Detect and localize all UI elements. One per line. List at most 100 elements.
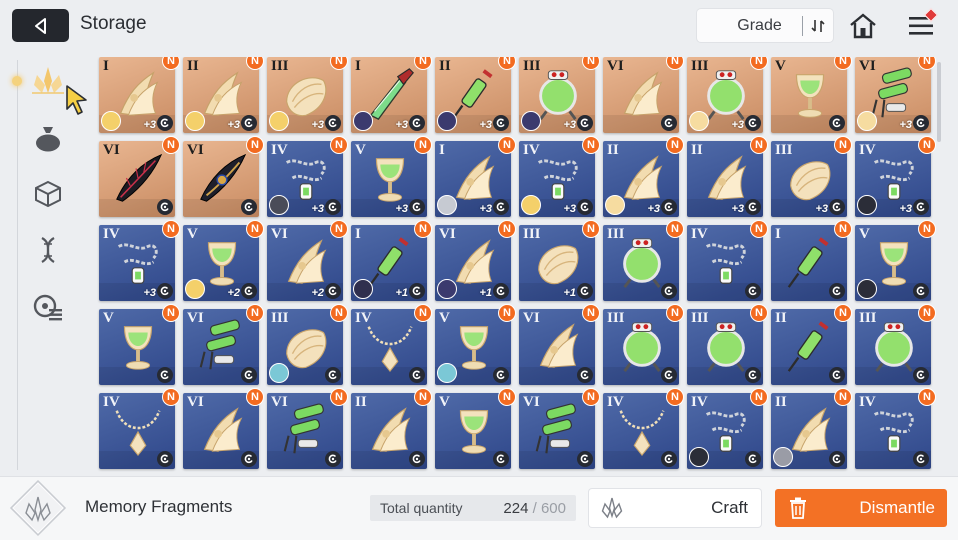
lock-icon[interactable] — [157, 451, 173, 467]
memory-fragment-card[interactable]: III N +1 — [519, 220, 600, 301]
memory-fragment-card[interactable]: IV N — [687, 388, 768, 469]
lock-icon[interactable] — [829, 115, 845, 131]
lock-icon[interactable] — [325, 115, 341, 131]
lock-icon[interactable] — [409, 451, 425, 467]
memory-fragment-card[interactable]: VN — [771, 57, 852, 133]
dismantle-button[interactable]: Dismantle — [775, 489, 947, 527]
memory-fragment-card[interactable]: VI N — [183, 388, 264, 469]
memory-fragment-card[interactable]: III N +3 — [771, 136, 852, 217]
memory-fragment-card[interactable]: III N +3 — [519, 57, 600, 133]
lock-icon[interactable] — [157, 199, 173, 215]
lock-icon[interactable] — [661, 115, 677, 131]
memory-fragment-card[interactable]: V N +2 — [183, 220, 264, 301]
lock-icon[interactable] — [661, 451, 677, 467]
lock-icon[interactable] — [913, 451, 929, 467]
memory-fragment-card[interactable]: III N — [267, 304, 348, 385]
lock-icon[interactable] — [577, 199, 593, 215]
memory-fragment-card[interactable]: II N +3 — [435, 57, 516, 133]
sidebar-tab-memory-fragments[interactable] — [28, 61, 68, 101]
memory-fragment-card[interactable]: III N — [687, 304, 768, 385]
memory-fragment-card[interactable]: VI N — [603, 57, 684, 133]
memory-fragment-card[interactable]: VI N — [99, 136, 180, 217]
memory-fragment-card[interactable]: II N +3 — [603, 136, 684, 217]
memory-fragment-card[interactable]: III N +3 — [267, 57, 348, 133]
memory-fragment-card[interactable]: VI N — [519, 388, 600, 469]
grid-scrollbar[interactable] — [937, 62, 941, 142]
memory-fragment-card[interactable]: II N +3 — [183, 57, 264, 133]
lock-icon[interactable] — [241, 451, 257, 467]
memory-fragment-card[interactable]: I N +3 — [351, 57, 432, 133]
memory-fragment-card[interactable]: I N +3 — [99, 57, 180, 133]
memory-fragment-card[interactable]: VN — [855, 220, 936, 301]
memory-fragment-card[interactable]: VI N — [183, 304, 264, 385]
lock-icon[interactable] — [913, 367, 929, 383]
memory-fragment-card[interactable]: IV N +3 — [519, 136, 600, 217]
memory-fragment-card[interactable]: VI N — [183, 136, 264, 217]
memory-fragment-card[interactable]: IN — [771, 220, 852, 301]
lock-icon[interactable] — [913, 199, 929, 215]
lock-icon[interactable] — [409, 367, 425, 383]
lock-icon[interactable] — [241, 367, 257, 383]
lock-icon[interactable] — [493, 199, 509, 215]
sidebar-tab-materials[interactable] — [28, 118, 68, 158]
memory-fragment-card[interactable]: VN — [435, 304, 516, 385]
sort-dropdown[interactable]: Grade — [697, 9, 833, 42]
menu-button[interactable] — [904, 7, 939, 43]
lock-icon[interactable] — [157, 283, 173, 299]
sidebar-tab-records[interactable] — [28, 287, 68, 327]
lock-icon[interactable] — [745, 451, 761, 467]
memory-fragment-card[interactable]: VI N +1 — [435, 220, 516, 301]
lock-icon[interactable] — [577, 367, 593, 383]
memory-fragment-card[interactable]: IV N +3 — [99, 220, 180, 301]
lock-icon[interactable] — [157, 367, 173, 383]
lock-icon[interactable] — [241, 115, 257, 131]
memory-fragment-card[interactable]: III N +3 — [687, 57, 768, 133]
memory-fragment-card[interactable]: VN — [99, 304, 180, 385]
lock-icon[interactable] — [325, 451, 341, 467]
memory-fragment-card[interactable]: II N — [771, 304, 852, 385]
memory-fragment-card[interactable]: III N — [855, 304, 936, 385]
lock-icon[interactable] — [157, 115, 173, 131]
memory-fragment-card[interactable]: V N +3 — [351, 136, 432, 217]
lock-icon[interactable] — [241, 199, 257, 215]
sidebar-tab-genes[interactable] — [28, 230, 68, 270]
lock-icon[interactable] — [577, 451, 593, 467]
lock-icon[interactable] — [745, 199, 761, 215]
lock-icon[interactable] — [409, 283, 425, 299]
lock-icon[interactable] — [913, 115, 929, 131]
memory-fragment-card[interactable]: II N +3 — [687, 136, 768, 217]
home-button[interactable] — [846, 9, 880, 43]
memory-fragment-card[interactable]: IV N — [351, 304, 432, 385]
memory-fragment-card[interactable]: III N — [603, 304, 684, 385]
memory-fragment-card[interactable]: IV N +3 — [267, 136, 348, 217]
memory-fragment-card[interactable]: IV N — [855, 388, 936, 469]
memory-fragment-card[interactable]: IV N +3 — [855, 136, 936, 217]
lock-icon[interactable] — [661, 283, 677, 299]
lock-icon[interactable] — [493, 367, 509, 383]
memory-fragment-card[interactable]: IV N — [603, 388, 684, 469]
back-button[interactable] — [12, 9, 69, 42]
lock-icon[interactable] — [409, 115, 425, 131]
lock-icon[interactable] — [661, 367, 677, 383]
memory-fragment-card[interactable]: VI N +3 — [855, 57, 936, 133]
lock-icon[interactable] — [325, 367, 341, 383]
lock-icon[interactable] — [241, 283, 257, 299]
lock-icon[interactable] — [409, 199, 425, 215]
storage-grid-viewport[interactable]: I N +3 II N +3 III N +3 I N +3 II N +3 III N +3 VI N III N +3 V… — [95, 57, 943, 475]
lock-icon[interactable] — [745, 283, 761, 299]
memory-fragment-card[interactable]: VI N — [267, 388, 348, 469]
memory-fragment-card[interactable]: II N — [351, 388, 432, 469]
sort-order-button[interactable] — [803, 18, 833, 34]
memory-fragment-card[interactable]: VI N — [519, 304, 600, 385]
lock-icon[interactable] — [577, 283, 593, 299]
memory-fragment-card[interactable]: I N +3 — [435, 136, 516, 217]
lock-icon[interactable] — [829, 283, 845, 299]
lock-icon[interactable] — [745, 367, 761, 383]
lock-icon[interactable] — [493, 115, 509, 131]
memory-fragment-card[interactable]: VN — [435, 388, 516, 469]
lock-icon[interactable] — [577, 115, 593, 131]
craft-button[interactable]: Craft — [589, 489, 761, 527]
memory-fragment-card[interactable]: I N +1 — [351, 220, 432, 301]
lock-icon[interactable] — [745, 115, 761, 131]
lock-icon[interactable] — [493, 451, 509, 467]
